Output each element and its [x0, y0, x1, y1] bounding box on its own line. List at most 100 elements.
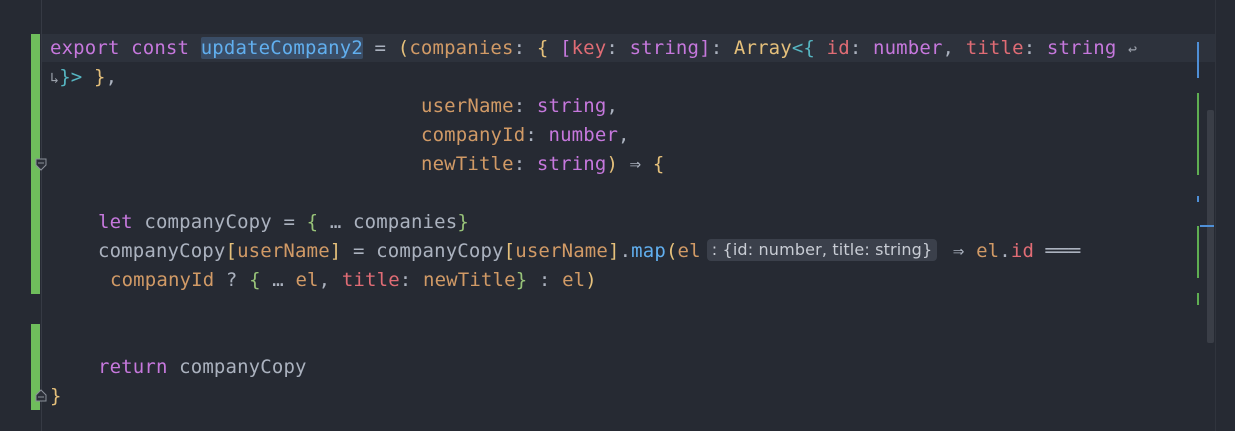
- token: ]: [329, 240, 342, 262]
- token: number: [548, 124, 619, 146]
- token: }: [50, 385, 62, 407]
- editor-right-border: [1215, 0, 1216, 431]
- token: }: [515, 269, 528, 291]
- token: :: [710, 37, 734, 59]
- token: ?: [214, 269, 250, 291]
- token: [: [548, 37, 572, 59]
- token: number: [873, 37, 943, 59]
- token: :: [525, 124, 549, 146]
- code-line-6[interactable]: let companyCopy = { … companies}: [98, 208, 469, 237]
- token: <{: [791, 37, 827, 59]
- code-line-7[interactable]: companyCopy[userName] = companyCopy[user…: [98, 237, 1080, 266]
- token: :: [399, 269, 423, 291]
- keyword-const: const: [131, 37, 190, 59]
- token: =: [362, 37, 398, 59]
- token: ]: [699, 37, 711, 59]
- token: userName: [515, 240, 608, 262]
- code-line-3[interactable]: userName: string,: [421, 92, 618, 121]
- token: }: [457, 211, 469, 233]
- token: =: [271, 211, 307, 233]
- soft-wrap-continuation-icon: ↳: [50, 69, 60, 87]
- token: .: [619, 240, 632, 262]
- token: newTitle: [422, 269, 516, 291]
- token: companyCopy: [179, 356, 307, 378]
- code-line-8[interactable]: companyId ? { … el, title: newTitle} : e…: [110, 266, 597, 295]
- token: companies: [353, 211, 458, 233]
- token: companyId: [421, 124, 526, 146]
- function-name-highlighted[interactable]: updateCompany2: [200, 37, 363, 59]
- token: ,: [318, 269, 342, 291]
- token: string: [629, 37, 700, 59]
- gutter-border: [41, 0, 42, 431]
- token: {: [249, 269, 261, 291]
- token: :: [527, 269, 563, 291]
- token: ,: [606, 95, 619, 117]
- token: :: [513, 153, 537, 175]
- token: =: [341, 240, 377, 262]
- change-marker[interactable]: [1197, 196, 1199, 202]
- change-marker[interactable]: [1197, 42, 1199, 78]
- token: companyId: [110, 269, 215, 291]
- token: :: [513, 95, 537, 117]
- token: (: [665, 240, 678, 262]
- token: title: [341, 269, 400, 291]
- token: ⇒: [618, 153, 653, 175]
- code-line-5[interactable]: newTitle: string) ⇒ {: [421, 150, 664, 179]
- code-line-1[interactable]: export const updateCompany2 = (companies…: [50, 34, 1137, 63]
- code-line-2[interactable]: ↳}> },: [50, 63, 117, 92]
- token: userName: [421, 95, 514, 117]
- code-line-10[interactable]: }: [50, 382, 62, 411]
- inlay-type-hint[interactable]: : {id: number, title: string}: [706, 239, 938, 261]
- token: companyCopy: [144, 211, 272, 233]
- token: title: [965, 37, 1024, 59]
- token: newTitle: [421, 153, 514, 175]
- token: ═══: [1034, 240, 1081, 262]
- token: el: [562, 269, 586, 291]
- token: …: [318, 211, 354, 233]
- token: ,: [105, 66, 118, 88]
- unfold-icon[interactable]: [34, 389, 48, 403]
- token: (: [397, 37, 410, 59]
- change-marker[interactable]: [1197, 226, 1199, 278]
- soft-wrap-icon: ↩: [1128, 40, 1138, 58]
- token: string: [1046, 37, 1117, 59]
- token: Array: [733, 37, 792, 59]
- token: userName: [237, 240, 330, 262]
- token: companyCopy: [98, 240, 226, 262]
- code-line-4[interactable]: companyId: number,: [421, 121, 630, 150]
- token: el: [295, 269, 319, 291]
- method-map: map: [631, 240, 666, 262]
- token: :: [606, 37, 630, 59]
- token: id: [1010, 240, 1035, 262]
- token: key: [571, 37, 607, 59]
- token: ]: [607, 240, 620, 262]
- token: :: [513, 37, 537, 59]
- change-marker[interactable]: [1197, 93, 1199, 175]
- token: [: [503, 240, 516, 262]
- token: :: [1023, 37, 1047, 59]
- token: ,: [618, 124, 630, 146]
- code-line-9[interactable]: return companyCopy: [98, 353, 307, 382]
- token: …: [260, 269, 296, 291]
- token: {: [306, 211, 319, 233]
- token: {: [652, 153, 665, 175]
- token: string: [536, 153, 607, 175]
- token: id: [826, 37, 850, 59]
- token: }>: [59, 66, 83, 88]
- token: string: [536, 95, 607, 117]
- fold-icon[interactable]: [34, 157, 48, 171]
- caret-position-marker: [1200, 225, 1214, 227]
- token: ): [606, 153, 619, 175]
- token: :: [849, 37, 873, 59]
- param-companies: companies: [409, 37, 514, 59]
- keyword-return: return: [98, 356, 168, 378]
- token: ): [585, 269, 597, 291]
- keyword-let: let: [98, 211, 133, 233]
- token: [: [225, 240, 238, 262]
- token: .: [999, 240, 1011, 262]
- token: {: [536, 37, 549, 59]
- token: ⇒: [941, 240, 977, 262]
- token: companyCopy: [376, 240, 504, 262]
- change-marker[interactable]: [1197, 293, 1199, 305]
- token: }: [82, 66, 106, 88]
